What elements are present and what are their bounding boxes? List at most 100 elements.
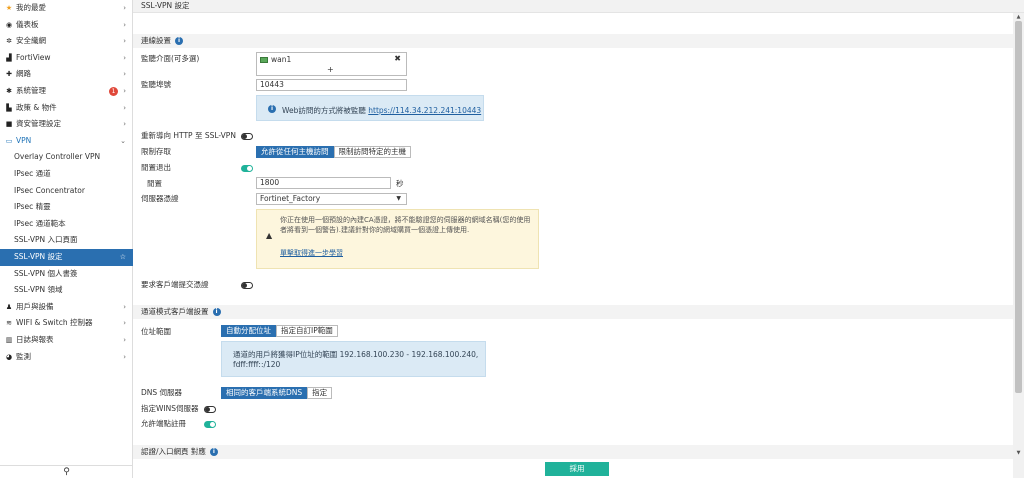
main-content: 連線設置 i 監聽介面(可多選) wan1 ✖ + 監聽埠號 10443 i We…	[133, 13, 1013, 478]
chevron-right-icon: ›	[123, 103, 126, 112]
chevron-right-icon: ›	[123, 352, 126, 361]
address-range-selector: 自動分配位址 指定自訂IP範圍	[221, 325, 338, 337]
star-icon: ★	[5, 4, 13, 12]
sidebar-item-monitor[interactable]: ◕ 監測 ›	[0, 349, 133, 366]
endpoint-registration-label: 允許端點註冊	[141, 419, 186, 428]
sidebar-item-ssl-vpn-realms[interactable]: SSL-VPN 領域	[0, 282, 133, 299]
redirect-http-label: 重新導向 HTTP 至 SSL-VPN	[141, 131, 236, 140]
listen-interface-field[interactable]: wan1 ✖ +	[256, 52, 407, 76]
dns-server-selector: 相同的客戶端系統DNS 指定	[221, 387, 333, 399]
listen-interface-label: 監聽介面(可多選)	[141, 54, 200, 63]
sidebar-item-log-report[interactable]: ▥ 日誌與報表 ›	[0, 332, 133, 349]
sidebar-item-system[interactable]: ✱ 系統管理 1 ›	[0, 83, 133, 100]
require-client-cert-toggle[interactable]	[241, 282, 253, 289]
idle-logout-label: 閒置退出	[141, 163, 171, 172]
sidebar-item-policy-objects[interactable]: ▙ 政策 & 物件 ›	[0, 100, 133, 117]
chevron-right-icon: ›	[123, 37, 126, 46]
custom-ip-range-option[interactable]: 指定自訂IP範圍	[276, 325, 338, 337]
sidebar-item-ssl-vpn-portals[interactable]: SSL-VPN 入口頁面	[0, 232, 133, 249]
chevron-right-icon: ›	[123, 319, 126, 328]
fortiview-icon: ▟	[6, 53, 12, 62]
allow-any-host-option[interactable]: 允許從任何主機訪問	[256, 146, 334, 158]
sidebar-search-button[interactable]: ⚲	[0, 465, 133, 478]
info-icon[interactable]: i	[209, 448, 218, 456]
require-client-cert-label: 要求客戶端提交憑證	[141, 280, 209, 289]
warning-icon: ▲	[266, 231, 273, 240]
restrict-access-label: 限制存取	[141, 147, 171, 156]
certificate-warning: ▲ 你正在使用一個預設的內建CA憑證，將不能驗證您的伺服器的網域名稱(您的使用者…	[256, 209, 539, 269]
sidebar-item-ipsec-wizard[interactable]: IPsec 精靈	[0, 199, 133, 216]
authentication-portal-mapping-header: 認證/入口網頁 對應 i	[133, 445, 1013, 459]
security-fabric-icon: ✲	[6, 37, 12, 46]
sidebar-item-user-device[interactable]: ♟ 用戶與設備 ›	[0, 299, 133, 316]
web-access-info: i Web訪問的方式將被監聽 https://114.34.212.241:10…	[256, 95, 484, 121]
sidebar-item-ssl-vpn-bookmarks[interactable]: SSL-VPN 個人書簽	[0, 266, 133, 283]
sidebar-item-favorites[interactable]: ★ 我的最愛 ›	[0, 0, 133, 17]
auto-assign-addresses-option[interactable]: 自動分配位址	[221, 325, 276, 337]
network-icon: ✚	[6, 70, 12, 79]
redirect-http-toggle[interactable]	[241, 133, 253, 140]
server-certificate-label: 伺服器憑證	[141, 194, 179, 203]
web-access-link[interactable]: https://114.34.212.241:10443	[368, 106, 481, 115]
chevron-down-icon: ⌄	[120, 136, 126, 145]
chevron-right-icon: ›	[123, 70, 126, 79]
remove-interface-icon[interactable]: ✖	[394, 54, 401, 63]
search-icon: ⚲	[63, 467, 70, 477]
tunnel-mode-header: 通道模式客戶端設置 i	[133, 305, 1013, 319]
log-report-icon: ▥	[5, 336, 13, 344]
sidebar-item-dashboard[interactable]: ◉ 儀表板 ›	[0, 17, 133, 34]
sidebar-item-network[interactable]: ✚ 網路 ›	[0, 66, 133, 83]
star-outline-icon[interactable]: ☆	[120, 249, 126, 266]
add-interface-icon[interactable]: +	[327, 65, 334, 74]
wifi-icon: ≋	[6, 319, 12, 328]
dashboard-icon: ◉	[5, 20, 13, 29]
info-icon: i	[268, 105, 276, 113]
sidebar-item-ipsec-tunnels[interactable]: IPsec 通道	[0, 166, 133, 183]
interface-port-icon	[260, 57, 268, 63]
info-icon[interactable]: i	[175, 37, 183, 45]
sidebar-item-fortiview[interactable]: ▟ FortiView ›	[0, 50, 133, 67]
gear-icon: ✱	[6, 87, 12, 95]
sidebar-item-ipsec-concentrator[interactable]: IPsec Concentrator	[0, 183, 133, 200]
wins-server-toggle[interactable]	[204, 406, 216, 413]
specify-dns-option[interactable]: 指定	[307, 387, 333, 399]
chevron-right-icon: ›	[123, 336, 126, 344]
sidebar-item-vpn[interactable]: ▭ VPN ⌄	[0, 133, 133, 150]
listen-port-input[interactable]: 10443	[256, 79, 407, 91]
limit-specific-hosts-option[interactable]: 限制訪問特定的主機	[333, 146, 411, 158]
listen-port-label: 監聽埠號	[141, 80, 171, 89]
page-title: SSL-VPN 設定	[133, 0, 1024, 13]
info-icon[interactable]: i	[212, 308, 221, 316]
apply-button[interactable]: 採用	[545, 462, 609, 476]
sidebar-item-security-fabric[interactable]: ✲ 安全織網 ›	[0, 33, 133, 50]
user-icon: ♟	[5, 302, 13, 311]
same-as-client-dns-option[interactable]: 相同的客戶端系統DNS	[221, 387, 308, 399]
chevron-right-icon: ›	[123, 4, 126, 12]
sidebar-item-security-profiles[interactable]: ■ 資安管理設定 ›	[0, 116, 133, 133]
address-range-info: 通道的用戶將獲得IP位址的範圍 192.168.100.230 - 192.16…	[221, 341, 486, 377]
idle-logout-toggle[interactable]	[241, 165, 253, 172]
scroll-down-icon[interactable]: ▼	[1015, 450, 1022, 456]
chevron-right-icon: ›	[123, 20, 126, 29]
vertical-scrollbar[interactable]: ▲ ▼	[1013, 13, 1024, 478]
sidebar-item-wifi-switch[interactable]: ≋ WIFI & Switch 控制器 ›	[0, 315, 133, 332]
wins-server-label: 指定WINS伺服器	[141, 404, 199, 413]
server-certificate-select[interactable]: Fortinet_Factory ▼	[256, 193, 407, 205]
notification-badge: 1	[109, 87, 118, 96]
chevron-right-icon: ›	[123, 53, 126, 62]
scroll-up-icon[interactable]: ▲	[1015, 14, 1022, 20]
monitor-icon: ◕	[5, 352, 13, 361]
scrollbar-thumb[interactable]	[1015, 21, 1022, 393]
chevron-right-icon: ›	[123, 87, 126, 95]
vpn-monitor-icon: ▭	[5, 136, 13, 145]
lock-icon: ■	[5, 120, 13, 129]
sidebar-item-ssl-vpn-settings[interactable]: SSL-VPN 設定 ☆	[0, 249, 133, 266]
endpoint-registration-toggle[interactable]	[204, 421, 216, 428]
chevron-right-icon: ›	[123, 120, 126, 129]
dns-server-label: DNS 伺服器	[141, 388, 183, 397]
learn-more-link[interactable]: 單擊取得進一步學習	[280, 248, 343, 258]
idle-timeout-input[interactable]: 1800	[256, 177, 391, 189]
sidebar-item-ipsec-templates[interactable]: IPsec 通道範本	[0, 216, 133, 233]
sidebar-item-overlay-controller-vpn[interactable]: Overlay Controller VPN	[0, 149, 133, 166]
policy-icon: ▙	[6, 103, 12, 112]
